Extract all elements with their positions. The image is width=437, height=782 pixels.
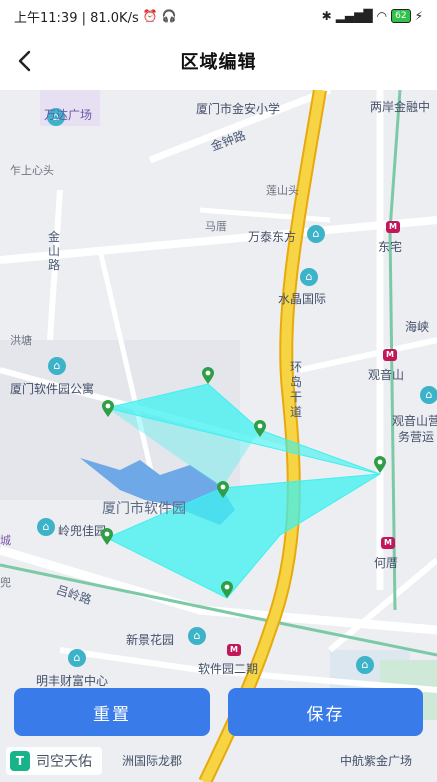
map-label: 厦门软件园公寓 [10,382,95,396]
vertex-pin-icon[interactable] [253,420,267,438]
vertex-pin-icon[interactable] [216,481,230,499]
save-button[interactable]: 保存 [228,688,423,736]
poi-icon: ⌂ [356,656,374,674]
page-header: 区域编辑 [0,32,437,90]
wifi-icon: ◠ [376,9,388,23]
map-label: 观音山营 [392,414,437,428]
metro-icon: M [381,537,395,549]
headphone-icon: 🎧 [161,9,177,23]
poi-icon: ⌂ [37,518,55,536]
poi-icon: ⌂ [420,386,437,404]
vertex-pin-icon[interactable] [201,367,215,385]
map-label: 何厝 [374,556,399,570]
status-time: 上午11:39 | 81.0K/s [14,10,139,26]
logo-text: 司空天佑 [36,754,92,770]
map-label: 中航紫金广场 [340,754,413,768]
metro-icon: M [227,644,241,656]
metro-icon: M [383,349,397,361]
map-label: 东宅 [378,240,403,254]
map-label: 岭兜佳园 [58,524,107,538]
app-logo: T 司空天佑 [6,747,102,775]
page-title: 区域编辑 [180,52,257,73]
charging-icon: ⚡ [414,9,423,23]
battery-icon: 62 [391,9,411,23]
map-label: 万达广场 [44,108,93,122]
poi-icon: ⌂ [68,649,86,667]
map-label: 城 [0,534,11,547]
map-label: 水晶国际 [278,292,327,306]
poi-icon: ⌂ [48,357,66,375]
map-label: 洪塘 [10,334,32,347]
map-label: 厦门市金安小学 [196,102,281,116]
vertex-pin-icon[interactable] [220,581,234,599]
status-bar: 上午11:39 | 81.0K/s ⏰ 🎧 ✱ ▂▄▆█ ◠ 62 ⚡ [0,0,437,32]
map-label: 万泰东方 [248,230,297,244]
map-label: 厦门市软件园 [102,501,186,517]
poi-icon: ⌂ [307,225,325,243]
reset-button[interactable]: 重置 [14,688,210,736]
map-label: 环岛干道 [290,360,303,419]
map-label: 兜 [0,576,11,589]
map-label: 两岸金融中 [370,100,431,114]
signal-icon: ▂▄▆█ [335,9,373,23]
map-label: 金山路 [48,230,61,272]
map-label: 莲山头 [266,184,299,197]
map-label: 乍上心头 [10,164,54,177]
map-label: 明丰财富中心 [36,674,109,688]
metro-icon: M [386,221,400,233]
vertex-pin-icon[interactable] [100,528,114,546]
alarm-icon: ⏰ [142,9,158,23]
map-label: 马厝 [205,220,227,233]
bluetooth-icon: ✱ [321,9,332,23]
map-label: 观音山 [368,368,405,382]
map-label: 软件园二期 [198,662,259,676]
map-label: 海峡 [405,320,430,334]
vertex-pin-icon[interactable] [101,400,115,418]
logo-mark-icon: T [10,751,30,771]
map-label: 务营运 [398,430,435,444]
vertex-pin-icon[interactable] [373,456,387,474]
poi-icon: ⌂ [300,268,318,286]
back-icon[interactable] [12,46,36,76]
poi-icon: ⌂ [188,627,206,645]
map-view[interactable]: ⌂ ⌂ ⌂ ⌂ ⌂ ⌂ ⌂ ⌂ ⌂ M M M M 万达广场 厦门市金安小学 两… [0,90,437,782]
map-label: 洲国际龙郡 [122,754,183,768]
map-label: 新景花园 [126,633,175,647]
